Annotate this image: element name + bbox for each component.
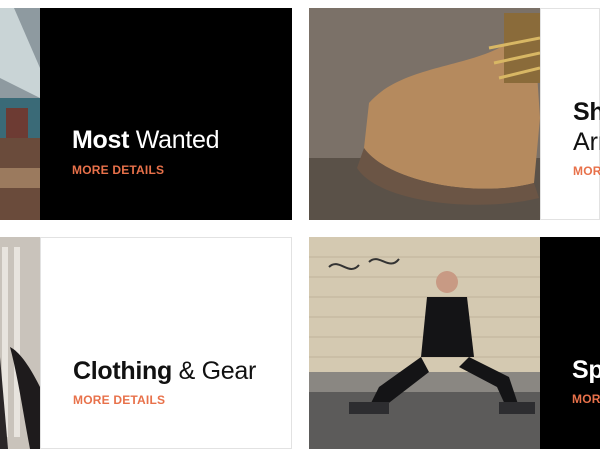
more-details-link[interactable]: MORE DETAILS	[72, 163, 164, 177]
card-most-wanted[interactable]: Most Wanted MORE DETAILS	[0, 8, 292, 220]
card-shoes[interactable]: Sh Arr MORE	[309, 8, 600, 220]
card-title: Clothing & Gear	[73, 356, 256, 386]
card-title: Most Wanted	[72, 125, 220, 155]
more-details-link[interactable]: MORE	[573, 164, 600, 178]
fashion-store-photo	[0, 8, 40, 220]
card-panel: Clothing & Gear MORE DETAILS	[40, 237, 292, 449]
card-title: Sp	[572, 355, 600, 385]
card-title-bold: Most	[72, 126, 130, 154]
card-panel: Sh Arr MORE	[540, 8, 600, 220]
more-details-link[interactable]: MORE	[572, 392, 600, 406]
card-sport[interactable]: Sp MORE	[309, 237, 600, 449]
boot-photo	[309, 8, 540, 220]
card-title-light: & Gear	[178, 357, 257, 385]
card-title-bold: Sp	[572, 356, 600, 384]
card-title: Sh	[573, 97, 600, 127]
tights-photo	[0, 237, 40, 449]
card-clothing-gear[interactable]: Clothing & Gear MORE DETAILS	[0, 237, 292, 449]
more-details-link[interactable]: MORE DETAILS	[73, 393, 165, 407]
card-title-bold: Sh	[573, 98, 600, 126]
card-title-bold: Clothing	[73, 357, 172, 385]
card-subtitle: Arr	[573, 128, 600, 156]
card-panel: Sp MORE	[540, 237, 600, 449]
man-sitting-photo	[309, 237, 540, 449]
card-title-light: Wanted	[135, 126, 220, 154]
card-panel: Most Wanted MORE DETAILS	[40, 8, 292, 220]
